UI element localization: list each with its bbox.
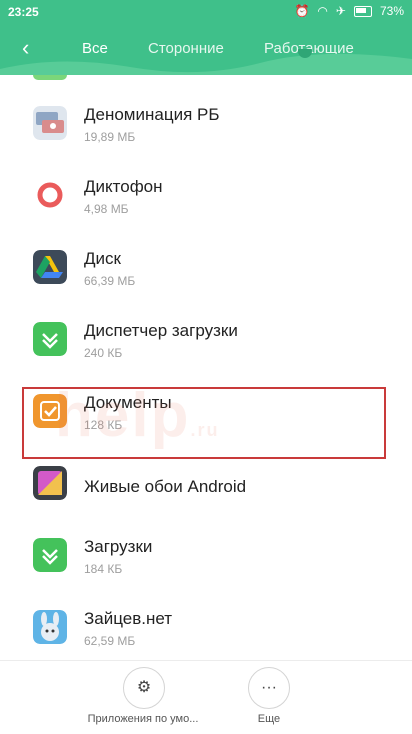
app-name: Диктофон — [84, 177, 163, 196]
app-header: 23:25 ⏰ ◠ ✈ 73% ‹ Все Сторонние Работающ… — [0, 0, 412, 75]
airplane-icon: ✈ — [335, 4, 346, 18]
list-item[interactable]: Деноминация РБ 19,89 МБ — [0, 89, 412, 161]
app-size: 4,98 МБ — [84, 202, 129, 216]
download-manager-icon — [33, 322, 67, 356]
list-item[interactable]: Зайцев.нет 62,59 МБ — [0, 593, 412, 660]
more-label: Еще — [257, 713, 281, 725]
app-list: Деноминация РБ 19,89 МБ Диктофон 4,98 МБ… — [0, 75, 412, 660]
app-name: Диск — [84, 249, 121, 268]
battery-percent: 73% — [379, 4, 404, 18]
list-item[interactable]: Живые обои Android — [0, 449, 412, 521]
record-icon — [37, 182, 63, 208]
selection-highlight — [22, 387, 386, 459]
zaycev-icon — [33, 610, 67, 644]
list-item[interactable]: Диспетчер загрузки 240 КБ — [0, 305, 412, 377]
alarm-off-icon: ⏰ — [294, 4, 310, 18]
status-time: 23:25 — [8, 5, 39, 19]
app-name: Диспетчер загрузки — [84, 321, 238, 340]
app-name: Зайцев.нет — [84, 609, 173, 628]
downloads-icon — [33, 538, 67, 572]
status-icons: ⏰ ◠ ✈ 73% — [294, 4, 404, 18]
drive-icon — [33, 250, 67, 284]
default-apps-label: Приложения по умо... — [87, 713, 199, 725]
bottom-bar: ⚙ Приложения по умо... ··· Еще — [0, 660, 412, 734]
app-size: 19,89 МБ — [84, 130, 136, 144]
default-apps-button[interactable]: ⚙ — [123, 667, 165, 709]
app-size: 66,39 МБ — [84, 274, 136, 288]
partial-app-icon — [33, 75, 67, 80]
status-bar: 23:25 ⏰ ◠ ✈ 73% — [0, 0, 412, 24]
more-button[interactable]: ··· — [248, 667, 290, 709]
header-decoration — [0, 49, 412, 75]
settings-gear-icon: ⚙ — [136, 679, 152, 696]
live-wallpaper-icon — [33, 466, 67, 500]
app-name: Загрузки — [84, 537, 153, 556]
wifi-icon: ◠ — [317, 4, 328, 18]
app-size: 184 КБ — [84, 562, 123, 576]
banknotes-icon — [33, 106, 67, 140]
list-item[interactable]: Диск 66,39 МБ — [0, 233, 412, 305]
app-name: Деноминация РБ — [84, 105, 220, 124]
list-item[interactable]: Загрузки 184 КБ — [0, 521, 412, 593]
list-item[interactable]: Диктофон 4,98 МБ — [0, 161, 412, 233]
more-dots-icon: ··· — [261, 679, 277, 696]
app-name: Живые обои Android — [84, 477, 247, 496]
battery-icon — [353, 5, 372, 17]
app-size: 62,59 МБ — [84, 634, 136, 648]
app-size: 240 КБ — [84, 346, 123, 360]
